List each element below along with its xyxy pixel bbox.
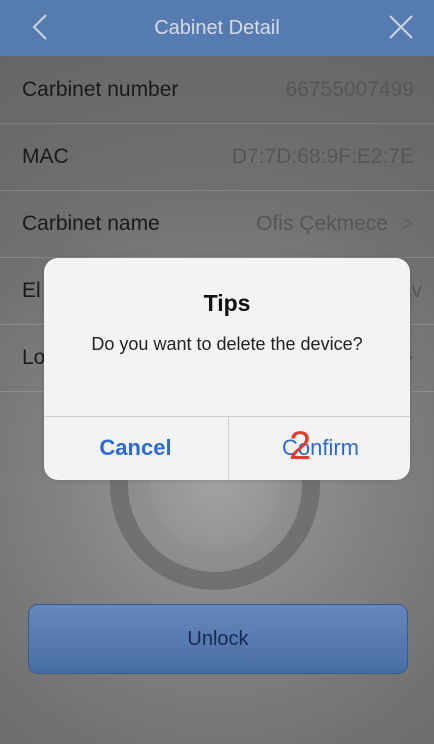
confirm-button[interactable]: Confirm [229, 416, 410, 480]
dialog-message: Do you want to delete the device? [91, 334, 363, 354]
screen: Cabinet Detail Carbinet number 667550074… [0, 0, 434, 744]
dialog-title: Tips [203, 290, 251, 316]
step-annotation: 2 [289, 424, 312, 468]
delete-dialog: Tips Do you want to delete the device? C… [44, 258, 410, 480]
cancel-button[interactable]: Cancel [44, 416, 227, 480]
